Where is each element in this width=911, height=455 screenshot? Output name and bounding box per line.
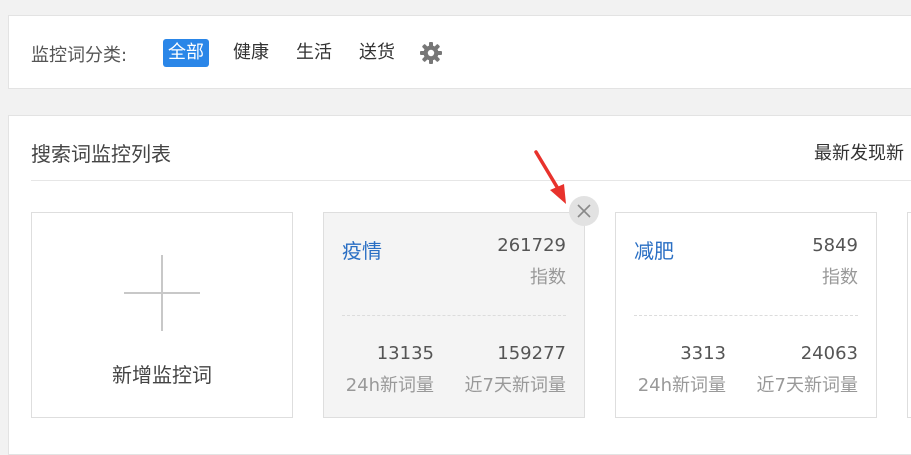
category-life[interactable]: 生活	[291, 39, 337, 67]
new-7d-label: 近7天新词量	[464, 375, 566, 396]
close-icon[interactable]	[569, 196, 599, 226]
new-24h-label: 24h新词量	[637, 375, 726, 396]
monitor-list-panel: 搜索词监控列表 最新发现新 新增监控词 疫情 261729 指数 13135 2…	[8, 115, 911, 455]
index-label: 指数	[530, 267, 566, 288]
index-label: 指数	[822, 267, 858, 288]
gear-icon[interactable]	[419, 41, 443, 65]
new-7d-value: 24063	[800, 343, 858, 364]
new-7d-label: 近7天新词量	[756, 375, 858, 396]
keyword-link[interactable]: 疫情	[342, 235, 382, 264]
new-7d-value: 159277	[497, 343, 566, 364]
keyword-card[interactable]: 减肥 5849 指数 3313 24h新词量 24063 近7天新词量	[615, 212, 877, 418]
dashed-divider	[342, 315, 566, 316]
add-keyword-label: 新增监控词	[112, 363, 212, 387]
new-24h-value: 3313	[680, 343, 726, 364]
keyword-card-partial[interactable]	[907, 212, 911, 418]
divider	[31, 180, 911, 181]
category-label: 监控词分类:	[31, 45, 128, 66]
category-all[interactable]: 全部	[163, 39, 209, 67]
list-title: 搜索词监控列表	[31, 142, 171, 166]
category-delivery[interactable]: 送货	[354, 39, 400, 67]
index-value: 5849	[812, 235, 858, 256]
annotation-arrow-icon	[534, 150, 566, 204]
keyword-link[interactable]: 减肥	[634, 235, 674, 264]
new-24h-value: 13135	[376, 343, 434, 364]
index-value: 261729	[497, 235, 566, 256]
dashed-divider	[634, 315, 858, 316]
category-health[interactable]: 健康	[228, 39, 274, 67]
add-keyword-card[interactable]: 新增监控词	[31, 212, 293, 418]
latest-discovery-link[interactable]: 最新发现新	[814, 139, 904, 165]
plus-icon-vertical	[161, 255, 163, 331]
new-24h-label: 24h新词量	[345, 375, 434, 396]
keyword-card[interactable]: 疫情 261729 指数 13135 24h新词量 159277 近7天新词量	[323, 212, 585, 418]
category-panel: 监控词分类: 全部 健康 生活 送货	[8, 15, 911, 89]
